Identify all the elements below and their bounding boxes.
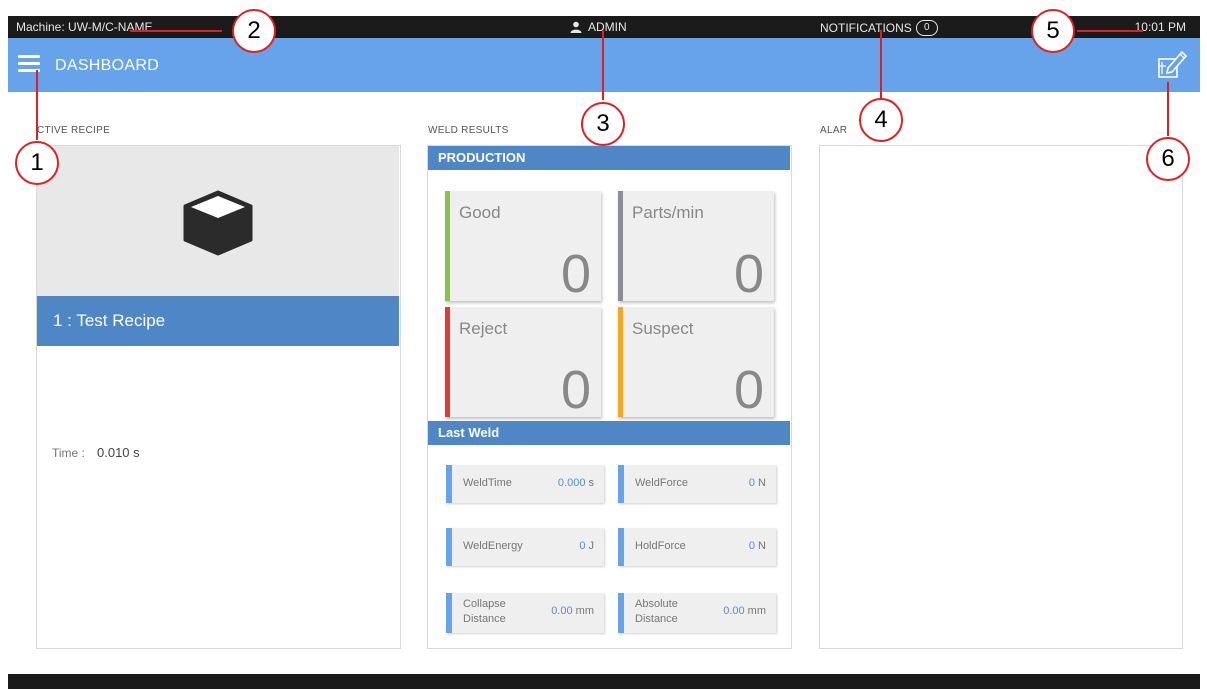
callout-2: 2 [232,9,276,53]
callout-1: 1 [15,141,59,185]
callout-5: 5 [1031,9,1075,53]
callout-6: 6 [1146,137,1190,181]
callout-3: 3 [581,102,625,146]
callout-4: 4 [859,98,903,142]
